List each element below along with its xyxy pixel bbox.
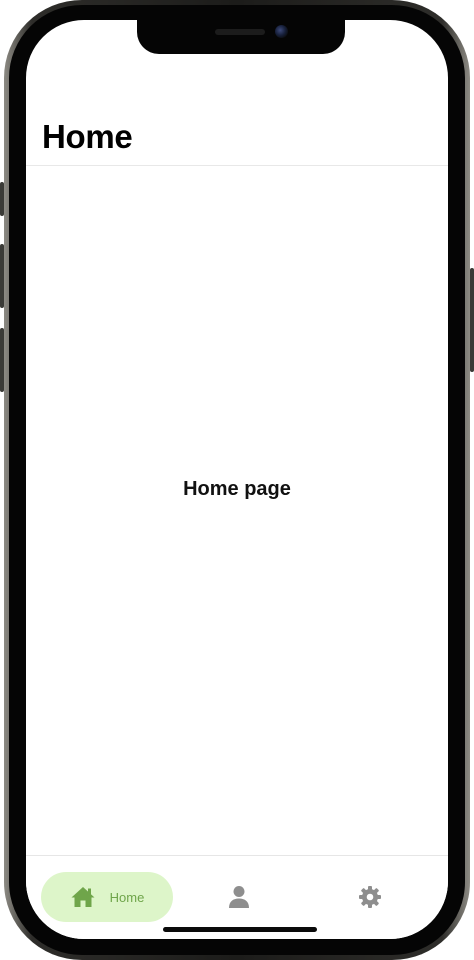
tab-home-label: Home — [109, 889, 145, 905]
phone-device: Home Home page Home — [0, 0, 474, 960]
device-notch — [137, 20, 345, 54]
page-title: Home — [42, 118, 133, 155]
home-page-text: Home page — [183, 478, 291, 500]
person-icon — [228, 885, 250, 909]
phone-bezel: Home Home page Home — [9, 5, 465, 955]
tab-profile[interactable] — [216, 872, 262, 922]
tab-settings[interactable] — [347, 872, 393, 922]
phone-frame: Home Home page Home — [4, 0, 470, 960]
tab-home[interactable]: Home — [41, 872, 173, 922]
bottom-tab-bar: Home — [26, 855, 448, 939]
home-icon — [70, 885, 96, 909]
front-camera — [275, 25, 288, 38]
page-content: Home page — [26, 166, 448, 865]
home-indicator[interactable] — [163, 927, 317, 932]
speaker-grille — [215, 29, 265, 35]
app-screen: Home Home page Home — [26, 20, 448, 939]
gear-icon — [358, 885, 382, 909]
power-button — [470, 268, 474, 372]
